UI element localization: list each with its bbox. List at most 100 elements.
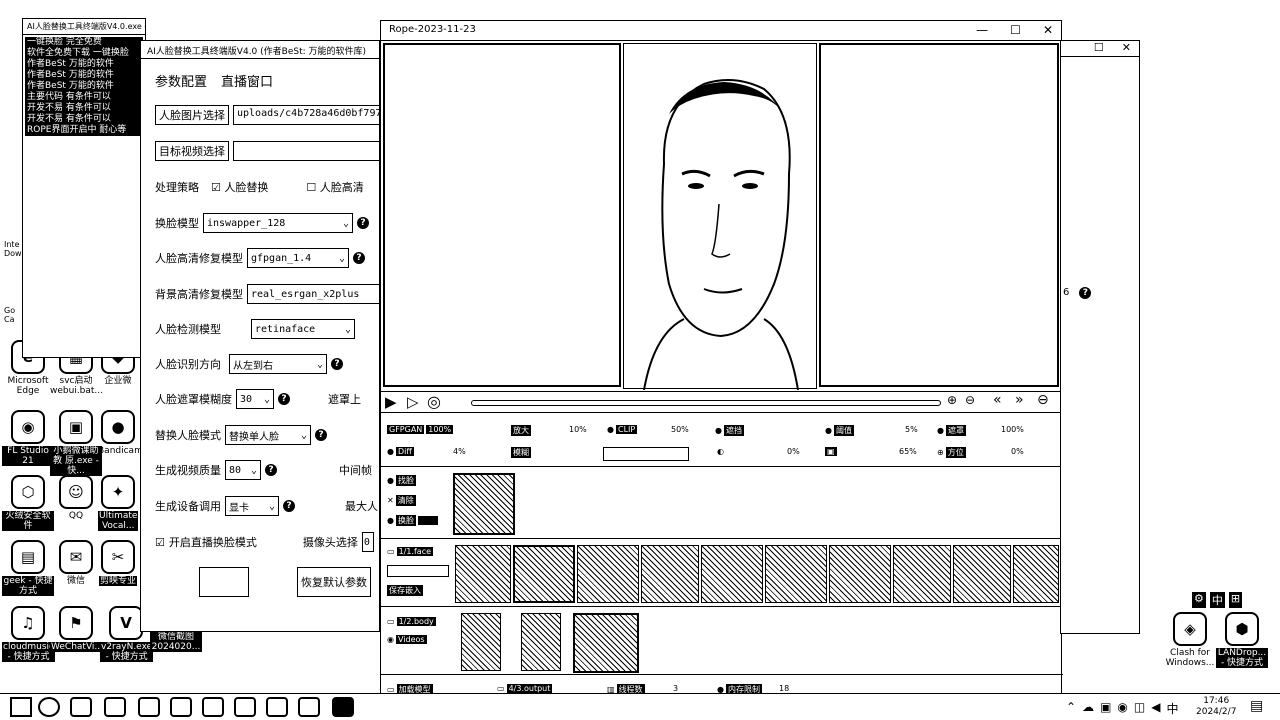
wechat-icon[interactable]: ✉ 微信	[50, 540, 102, 586]
store-task-icon[interactable]	[170, 697, 192, 717]
occluder-toggle[interactable]: ● 遮挡	[715, 425, 744, 436]
play-icon[interactable]: ▶	[385, 393, 397, 411]
blur-slider[interactable]	[603, 447, 689, 461]
clip-toggle[interactable]: ● CLIP	[607, 425, 638, 434]
strategy-faceswap-checkbox[interactable]: ☑ 人脸替换	[211, 179, 268, 195]
upscale-toggle[interactable]: 放大	[511, 425, 531, 436]
target-video-path[interactable]	[233, 141, 383, 161]
clock[interactable]: 17:46 2024/2/7	[1196, 696, 1236, 718]
source-face-thumbnail[interactable]	[455, 545, 511, 603]
detect-model-select[interactable]: retinaface ⌄	[251, 319, 355, 339]
app-tray-icon[interactable]: ◉	[1117, 700, 1127, 717]
console-window[interactable]: AI人脸替换工具终端版V4.0.exe - 快捷方式 一键换脸 完全免费 软件全…	[22, 18, 146, 358]
video-thumbnail[interactable]	[461, 613, 501, 671]
source-face-thumbnail[interactable]	[513, 545, 575, 603]
help-icon[interactable]: ?	[315, 429, 327, 441]
start-icon[interactable]	[10, 697, 32, 717]
network-icon[interactable]: ◫	[1134, 700, 1145, 717]
diff-toggle[interactable]: ● Diff	[387, 447, 414, 456]
timeline-slider[interactable]	[471, 400, 941, 406]
folder-task-icon[interactable]	[138, 697, 160, 717]
bg-hd-select[interactable]: real_esrgan_x2plus	[247, 284, 387, 304]
output-folder-button[interactable]: ▭ 4/3.output	[497, 684, 553, 693]
source-face-thumbnail[interactable]	[641, 545, 699, 603]
row2-toggle[interactable]: ▣	[825, 447, 837, 456]
help-icon[interactable]: ?	[1079, 287, 1092, 299]
threshold-toggle[interactable]: ● 阈值	[825, 425, 854, 436]
source-face-thumbnail[interactable]	[765, 545, 827, 603]
landrop-icon[interactable]: ⬢ LANDrop... - 快捷方式	[1216, 612, 1268, 668]
ime-tray-icon[interactable]: 中	[1166, 700, 1178, 717]
uvr-icon[interactable]: ✦ Ultimate Vocal...	[98, 475, 139, 531]
taskview-icon[interactable]	[70, 697, 92, 717]
camera-select[interactable]: 0	[361, 532, 374, 552]
start-button[interactable]	[199, 567, 249, 597]
source-face-thumbnail[interactable]	[953, 545, 1011, 603]
toggle-icon[interactable]: ◐	[717, 447, 724, 456]
close-icon[interactable]: ✕	[1122, 41, 1131, 56]
clear-faces-button[interactable]: ✕ 清除	[387, 495, 416, 506]
faces-folder-button[interactable]: ▭ 1/1.face	[387, 547, 434, 556]
replace-mode-select[interactable]: 替换单人脸 ⌄	[225, 425, 311, 445]
mask-toggle[interactable]: ● 遮罩	[937, 425, 966, 436]
chrome-task-icon[interactable]	[298, 697, 320, 717]
direction-toggle[interactable]: ⊕ 方位	[937, 447, 966, 458]
device-select[interactable]: 显卡 ⌄	[225, 496, 279, 516]
prev-frame-icon[interactable]: «	[993, 392, 1002, 408]
live-checkbox[interactable]: ☑	[155, 536, 165, 549]
source-face-thumbnail[interactable]	[829, 545, 891, 603]
record-icon[interactable]: ◎	[427, 392, 441, 411]
cloudmusic-icon[interactable]: ♫ cloudmusic - 快捷方式	[2, 606, 55, 662]
help-icon[interactable]: ?	[278, 393, 290, 405]
help-icon[interactable]: ?	[331, 358, 343, 370]
target-video-button[interactable]: 目标视频选择	[155, 141, 229, 161]
memory-value[interactable]: 18	[779, 684, 789, 693]
app-task-icon[interactable]	[202, 697, 224, 717]
screenshot-icon[interactable]: 微信截图 2024020...	[150, 632, 202, 652]
find-faces-button[interactable]: ● 找脸	[387, 475, 416, 486]
mask-blur-select[interactable]: 30 ⌄	[236, 389, 274, 409]
notification-icon[interactable]: ▤	[1250, 698, 1263, 714]
tab-params[interactable]: 参数配置	[155, 71, 207, 90]
tab-live[interactable]: 直播窗口	[221, 71, 273, 90]
cloud-icon[interactable]: ☁	[1082, 700, 1094, 717]
minimize-icon[interactable]: —	[976, 23, 988, 37]
quality-select[interactable]: 80 ⌄	[225, 460, 261, 480]
save-embedding-button[interactable]: 保存嵌入	[387, 585, 423, 596]
chevron-up-icon[interactable]: ⌃	[1066, 700, 1076, 717]
zoom-out-icon[interactable]: ⊖	[965, 393, 975, 407]
video-thumbnail[interactable]	[573, 613, 639, 673]
found-face-thumbnail[interactable]	[453, 473, 515, 535]
threads-value[interactable]: 3	[673, 684, 678, 693]
rope-window[interactable]: Rope-2023-11-23 — ☐ ✕ ▶ ▷ ◎ ⊕ ⊖ « » ⊖ GF…	[380, 20, 1063, 700]
video-thumbnail[interactable]	[521, 613, 561, 671]
videos-folder-button[interactable]: ▭ 1/2.body	[387, 617, 436, 626]
face-hd-select[interactable]: gfpgan_1.4 ⌄	[247, 248, 349, 268]
zoom-in-icon[interactable]: ⊕	[947, 393, 957, 407]
source-face-thumbnail[interactable]	[577, 545, 639, 603]
geek-icon[interactable]: ▤ geek - 快捷方式	[2, 540, 54, 596]
videos-tab[interactable]: ◉ Videos	[387, 635, 427, 644]
play-outline-icon[interactable]: ▷	[407, 393, 419, 411]
help-icon[interactable]: ?	[265, 464, 277, 476]
xiaoe-icon[interactable]: ▣ 小鹅微课助教 原.exe - 快...	[50, 410, 102, 476]
source-face-thumbnail[interactable]	[1013, 545, 1059, 603]
flstudio-icon[interactable]: ◉ FL Studio 21	[2, 410, 54, 466]
swap-model-select[interactable]: inswapper_128 ⌄	[203, 213, 353, 233]
help-icon[interactable]: ?	[357, 217, 369, 229]
active-app-task-icon[interactable]	[332, 697, 354, 717]
clash-icon[interactable]: ◈ Clash for Windows...	[1164, 612, 1216, 668]
gfpgan-toggle[interactable]: GFPGAN 100%	[387, 425, 454, 434]
reset-defaults-button[interactable]: 恢复默认参数	[297, 567, 371, 597]
app-tray-icon[interactable]: ▣	[1100, 700, 1111, 717]
face-swap-app-window[interactable]: AI人脸替换工具终端版V4.0 (作者BeSt: 万能的软件库) 参数配置 直播…	[140, 40, 387, 632]
source-face-thumbnail[interactable]	[701, 545, 763, 603]
face-image-button[interactable]: 人脸图片选择	[155, 105, 229, 125]
search-icon[interactable]	[38, 697, 60, 717]
face-image-path[interactable]: uploads/c4b728a46d0bf797b3	[233, 105, 383, 125]
huorong-icon[interactable]: ⬡ 火绒安全软件	[2, 475, 54, 531]
app-task-icon[interactable]	[234, 697, 256, 717]
volume-icon[interactable]: ◀	[1151, 700, 1160, 717]
close-icon[interactable]: ✕	[1043, 23, 1053, 37]
help-icon[interactable]: ?	[283, 500, 295, 512]
